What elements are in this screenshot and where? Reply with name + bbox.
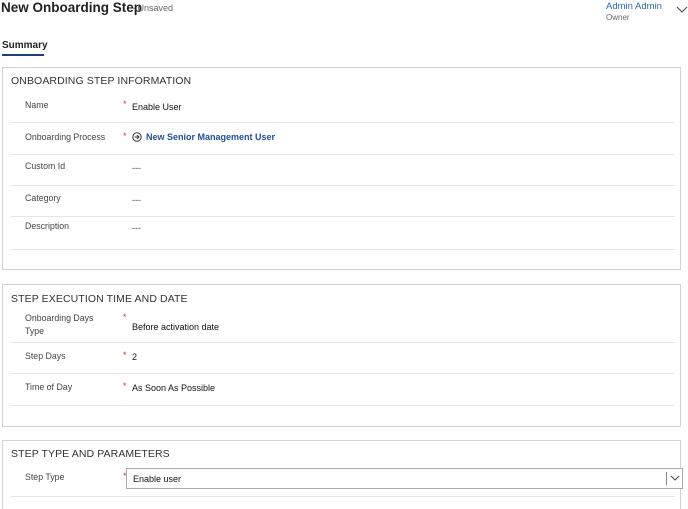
select-divider	[666, 472, 667, 485]
onboarding-process-value: New Senior Management User	[146, 132, 276, 142]
field-label: Step Days	[25, 351, 66, 361]
field-label: Category	[25, 193, 61, 203]
chevron-down-icon[interactable]	[676, 4, 688, 14]
custom-id-field[interactable]: ---	[132, 163, 141, 173]
save-status: - Unsaved	[132, 3, 174, 13]
onboarding-days-type-field[interactable]: Before activation date	[132, 322, 219, 332]
field-label: Time of Day	[25, 382, 73, 392]
time-of-day-field[interactable]: As Soon As Possible	[132, 383, 215, 393]
field-row-time-of-day: Time of Day * As Soon As Possible	[11, 374, 675, 406]
step-days-field[interactable]: 2	[132, 352, 137, 362]
name-field[interactable]: Enable User	[132, 102, 182, 112]
field-row-step-type: Step Type * Enable user	[11, 468, 683, 497]
tab-selected-indicator	[2, 54, 44, 56]
field-row-name: Name * Enable User	[11, 92, 675, 123]
field-row-onboarding-process: Onboarding Process * New Senior Manageme…	[11, 123, 675, 155]
required-marker: *	[123, 131, 127, 141]
field-label: Custom Id	[25, 161, 66, 171]
section-title: STEP TYPE AND PARAMETERS	[11, 448, 170, 460]
required-marker: *	[123, 312, 127, 322]
lookup-record-icon	[132, 132, 142, 142]
description-field[interactable]: ---	[132, 223, 141, 233]
section-step-execution-time-and-date: STEP EXECUTION TIME AND DATE Onboarding …	[2, 284, 681, 427]
step-type-selected-value: Enable user	[133, 474, 182, 484]
form-header: New Onboarding Step - Unsaved Admin Admi…	[0, 0, 688, 40]
field-label-line1: Onboarding Days	[25, 313, 94, 323]
field-row-step-days: Step Days * 2	[11, 343, 675, 374]
field-row-custom-id: Custom Id ---	[11, 155, 675, 186]
owner-role-label: Owner	[606, 13, 630, 22]
category-field[interactable]: ---	[132, 195, 141, 205]
field-label: Onboarding Process	[25, 132, 106, 142]
required-marker: *	[123, 381, 127, 391]
field-label: Description	[25, 221, 70, 231]
owner-name-link[interactable]: Admin Admin	[606, 1, 662, 12]
chevron-down-icon	[670, 475, 680, 481]
field-label-line2: Type	[25, 326, 45, 336]
field-row-onboarding-days-type: Onboarding Days Type * Before activation…	[11, 309, 675, 343]
section-step-type-and-parameters: STEP TYPE AND PARAMETERS Step Type * Ena…	[2, 440, 683, 509]
section-title: ONBOARDING STEP INFORMATION	[11, 75, 192, 87]
required-marker: *	[123, 350, 127, 360]
section-onboarding-step-information: ONBOARDING STEP INFORMATION Name * Enabl…	[2, 67, 681, 270]
page-title: New Onboarding Step	[1, 0, 143, 15]
field-label: Step Type	[25, 472, 65, 482]
onboarding-process-link[interactable]: New Senior Management User	[132, 132, 275, 142]
field-row-description: Description ---	[11, 217, 675, 250]
step-type-select[interactable]: Enable user	[126, 468, 683, 489]
required-marker: *	[123, 99, 127, 109]
section-title: STEP EXECUTION TIME AND DATE	[11, 293, 188, 305]
field-row-category: Category ---	[11, 186, 675, 217]
field-label: Name	[25, 100, 49, 110]
tab-summary[interactable]: Summary	[2, 40, 48, 51]
